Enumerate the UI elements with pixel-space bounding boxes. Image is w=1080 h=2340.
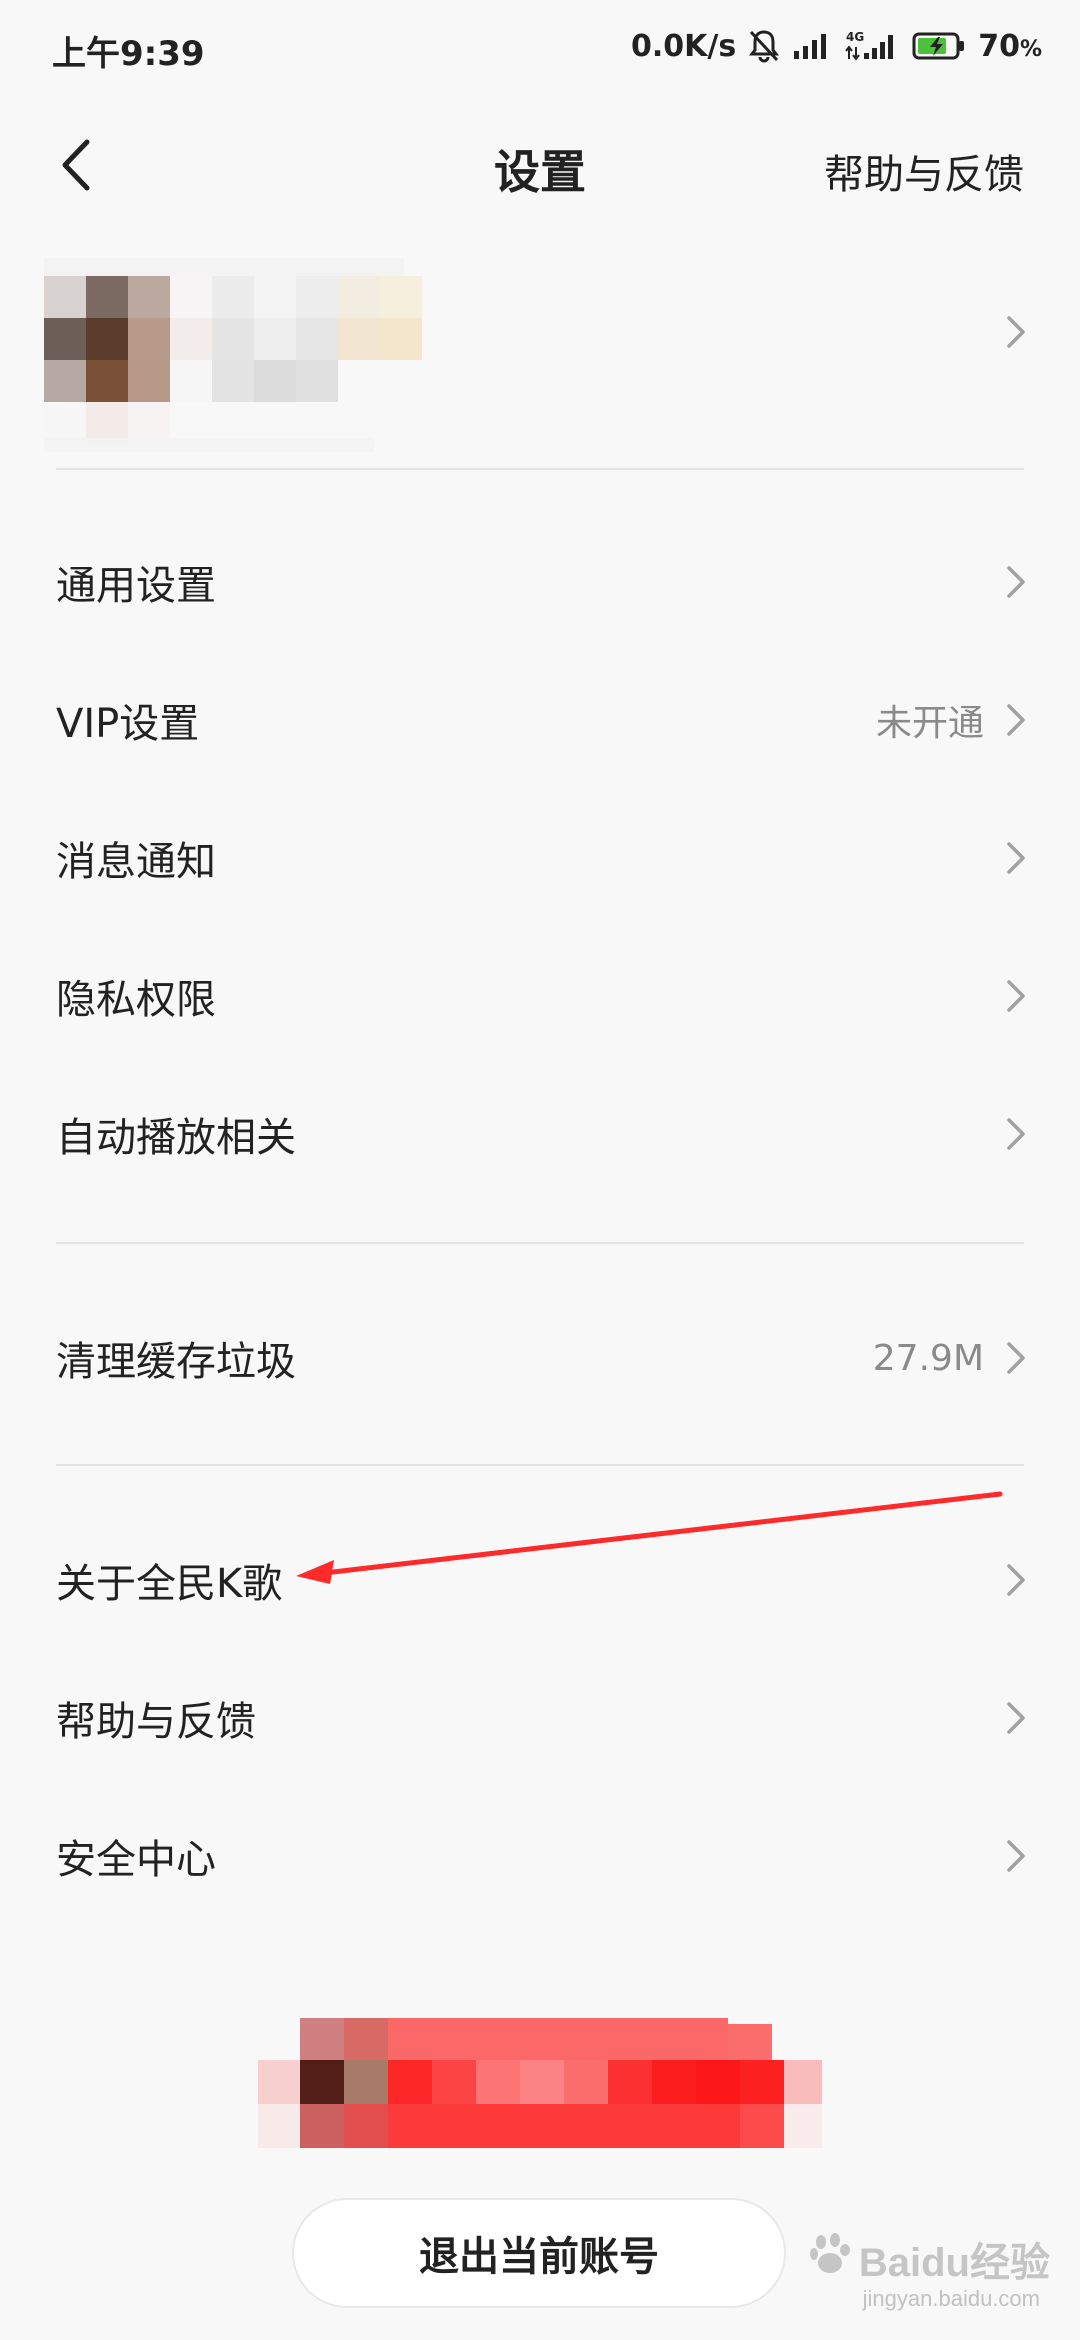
chevron-right-icon bbox=[1007, 980, 1025, 1012]
settings-item-vip[interactable]: VIP设置 未开通 bbox=[0, 660, 1080, 780]
settings-item-notifications[interactable]: 消息通知 bbox=[0, 798, 1080, 918]
chevron-right-icon bbox=[1007, 316, 1025, 348]
signal-icon bbox=[792, 31, 832, 61]
navigation-header: 设置 帮助与反馈 bbox=[0, 110, 1080, 220]
network-speed: 0.0K/s bbox=[630, 28, 737, 64]
status-bar: 上午9:39 0.0K/s 4G 70% bbox=[0, 0, 1080, 96]
chevron-right-icon bbox=[1007, 1342, 1025, 1374]
logout-button[interactable]: 退出当前账号 bbox=[292, 2198, 786, 2308]
promo-banner[interactable] bbox=[258, 2018, 822, 2148]
cache-size-value: 27.9M bbox=[872, 1337, 984, 1379]
settings-item-clear-cache[interactable]: 清理缓存垃圾 27.9M bbox=[0, 1298, 1080, 1418]
mute-bell-icon bbox=[748, 29, 780, 63]
network-type: 4G bbox=[846, 30, 864, 44]
settings-item-security[interactable]: 安全中心 bbox=[0, 1796, 1080, 1916]
settings-item-label: 安全中心 bbox=[56, 1837, 216, 1883]
settings-item-label: 隐私权限 bbox=[56, 977, 216, 1023]
settings-item-autoplay[interactable]: 自动播放相关 bbox=[0, 1074, 1080, 1194]
divider bbox=[56, 1464, 1024, 1466]
divider bbox=[56, 468, 1024, 470]
chevron-right-icon bbox=[1007, 566, 1025, 598]
signal-4g-icon: 4G bbox=[844, 29, 900, 63]
chevron-right-icon bbox=[1007, 842, 1025, 874]
settings-item-label: VIP设置 bbox=[56, 701, 200, 747]
watermark-text: Baidu经验 bbox=[858, 2241, 1050, 2285]
settings-item-privacy[interactable]: 隐私权限 bbox=[0, 936, 1080, 1056]
divider bbox=[56, 1242, 1024, 1244]
settings-item-label: 消息通知 bbox=[56, 839, 216, 885]
settings-item-label: 帮助与反馈 bbox=[56, 1699, 256, 1745]
settings-item-help[interactable]: 帮助与反馈 bbox=[0, 1658, 1080, 1778]
status-icons: 0.0K/s 4G 70% bbox=[631, 24, 1042, 68]
chevron-right-icon bbox=[1007, 1118, 1025, 1150]
vip-status-value: 未开通 bbox=[875, 703, 984, 744]
status-time: 上午9:39 bbox=[52, 34, 205, 74]
chevron-right-icon bbox=[1007, 704, 1025, 736]
settings-item-about[interactable]: 关于全民K歌 bbox=[0, 1520, 1080, 1640]
battery-level: 70% bbox=[978, 28, 1042, 64]
settings-item-label: 关于全民K歌 bbox=[56, 1561, 283, 1607]
watermark-url: jingyan.baidu.com bbox=[862, 2286, 1040, 2311]
battery-charging-icon bbox=[912, 31, 966, 61]
chevron-right-icon bbox=[1007, 1564, 1025, 1596]
chevron-right-icon bbox=[1007, 1702, 1025, 1734]
settings-item-label: 通用设置 bbox=[56, 563, 216, 609]
settings-item-label: 自动播放相关 bbox=[56, 1115, 296, 1161]
help-feedback-link[interactable]: 帮助与反馈 bbox=[824, 142, 1024, 200]
settings-item-label: 清理缓存垃圾 bbox=[56, 1339, 296, 1385]
settings-item-general[interactable]: 通用设置 bbox=[0, 522, 1080, 642]
paw-icon bbox=[809, 2232, 853, 2286]
baidu-watermark: Baidu经验 jingyan.baidu.com bbox=[809, 2230, 1050, 2311]
profile-row[interactable] bbox=[0, 240, 1080, 452]
chevron-right-icon bbox=[1007, 1840, 1025, 1872]
